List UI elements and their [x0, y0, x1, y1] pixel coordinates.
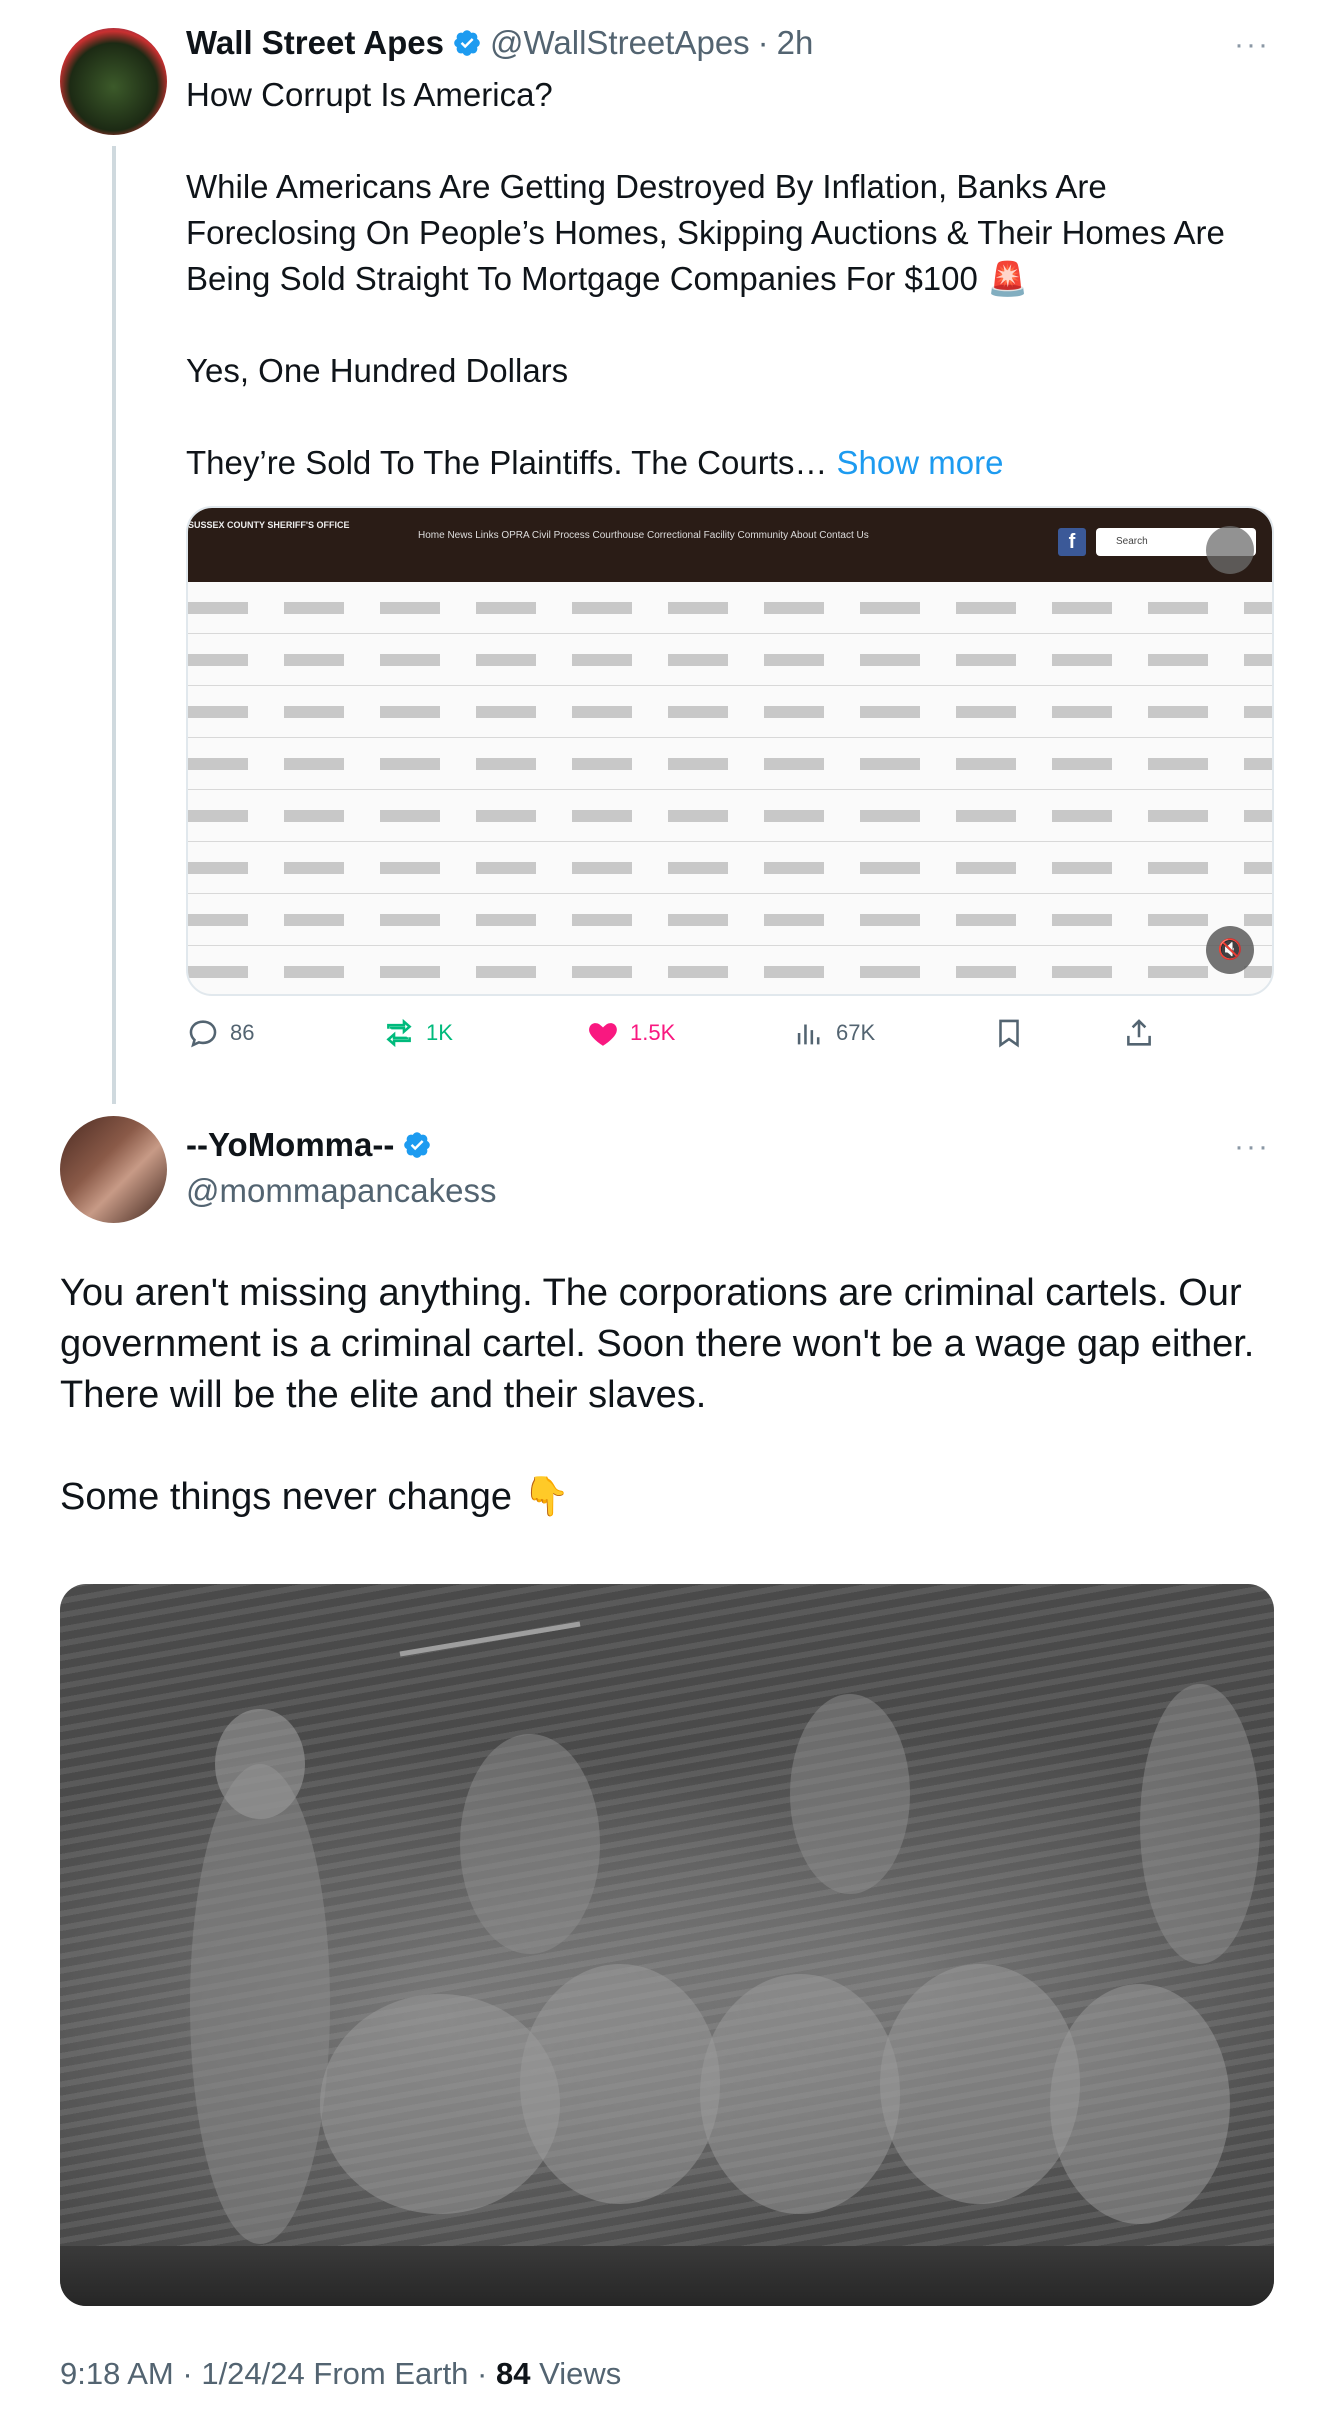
reply-media-image[interactable]	[60, 1584, 1274, 2306]
media-table-row	[188, 842, 1272, 894]
tweet-text: How Corrupt Is America? While Americans …	[186, 72, 1286, 486]
tweet-line: They’re Sold To The Plaintiffs. The Cour…	[186, 444, 828, 481]
relief-base	[60, 2246, 1274, 2306]
mute-icon[interactable]: 🔇	[1206, 926, 1254, 974]
retweet-button[interactable]: 1K	[382, 1016, 453, 1050]
media-table-row	[188, 946, 1272, 994]
reply-line: Some things never change 👇	[60, 1476, 570, 1518]
like-count: 1.5K	[630, 1020, 676, 1045]
tweet-line: Foreclosing On People’s Homes, Skipping …	[186, 214, 1225, 251]
timestamp[interactable]: 2h	[777, 24, 814, 62]
media-table-row	[188, 894, 1272, 946]
post-source: From Earth	[313, 2356, 469, 2391]
media-table-row	[188, 634, 1272, 686]
reply-button[interactable]: 86	[186, 1016, 254, 1050]
retweet-icon	[386, 1018, 412, 1048]
share-button[interactable]	[1122, 1016, 1156, 1050]
author-handle[interactable]: @WallStreetApes	[490, 24, 750, 62]
relief-carving-image	[190, 1621, 1260, 2244]
avatar[interactable]	[60, 1116, 167, 1223]
media-table-row	[188, 582, 1272, 634]
separator: ·	[182, 2356, 193, 2391]
analytics-icon	[797, 1024, 820, 1045]
author-name[interactable]: --YoMomma--	[186, 1126, 394, 1164]
tweet-media-video[interactable]: SUSSEX COUNTY SHERIFF'S OFFICE Home News…	[186, 506, 1274, 996]
reply-header: --YoMomma--	[186, 1126, 432, 1164]
more-icon[interactable]: ···	[1234, 1130, 1270, 1164]
verified-badge-icon	[454, 30, 480, 56]
post-date[interactable]: 1/24/24	[201, 2356, 304, 2391]
media-table-row	[188, 686, 1272, 738]
retweet-count: 1K	[426, 1020, 453, 1045]
views-label: Views	[539, 2356, 622, 2391]
bookmark-icon	[999, 1019, 1019, 1048]
author-name[interactable]: Wall Street Apes	[186, 24, 444, 62]
reply-line: There will be the elite and their slaves…	[60, 1374, 707, 1416]
gif-icon[interactable]	[1206, 526, 1254, 574]
show-more-link[interactable]: Show more	[837, 444, 1004, 481]
views-number: 84	[496, 2356, 531, 2391]
tweet-header: Wall Street Apes @WallStreetApes · 2h	[186, 24, 813, 62]
reply-text: You aren't missing anything. The corpora…	[60, 1268, 1280, 1523]
media-table-row	[188, 790, 1272, 842]
media-table-row	[188, 738, 1272, 790]
bookmark-button[interactable]	[992, 1016, 1026, 1050]
tweet-line: While Americans Are Getting Destroyed By…	[186, 168, 1107, 205]
post-time[interactable]: 9:18 AM	[60, 2356, 174, 2391]
views-count: 67K	[836, 1020, 876, 1045]
like-button[interactable]: 1.5K	[586, 1016, 675, 1050]
media-site-header: SUSSEX COUNTY SHERIFF'S OFFICE Home News…	[188, 508, 1272, 582]
thread-line	[112, 146, 116, 1104]
author-handle[interactable]: @mommapancakess	[186, 1172, 496, 1210]
tweet-line: Being Sold Straight To Mortgage Companie…	[186, 260, 1029, 297]
media-site-nav: Home News Links OPRA Civil Process Court…	[418, 530, 869, 541]
more-icon[interactable]: ···	[1234, 28, 1270, 62]
tweet-line-last: They’re Sold To The Plaintiffs. The Cour…	[186, 440, 1286, 486]
tweet-line: Yes, One Hundred Dollars	[186, 352, 569, 389]
separator: ·	[477, 2356, 488, 2391]
separator: ·	[757, 24, 769, 61]
facebook-icon: f	[1058, 528, 1086, 556]
media-site-title: SUSSEX COUNTY SHERIFF'S OFFICE	[188, 520, 350, 530]
action-bar: 86 1K 1.5K 67K	[186, 1016, 1186, 1056]
avatar[interactable]	[60, 28, 167, 135]
share-icon	[1127, 1019, 1151, 1046]
verified-badge-icon	[404, 1132, 431, 1158]
reply-line: You aren't missing anything. The corpora…	[60, 1272, 1242, 1314]
reply-icon	[189, 1020, 217, 1048]
media-search-label: Search	[1116, 536, 1148, 547]
reply-line: government is a criminal cartel. Soon th…	[60, 1323, 1255, 1365]
tweet-meta: 9:18 AM · 1/24/24 From Earth · 84 Views	[60, 2356, 621, 2392]
reply-count: 86	[230, 1020, 255, 1045]
tweet-line: How Corrupt Is America?	[186, 76, 553, 113]
views-button[interactable]: 67K	[792, 1016, 875, 1050]
heart-icon	[589, 1023, 617, 1046]
